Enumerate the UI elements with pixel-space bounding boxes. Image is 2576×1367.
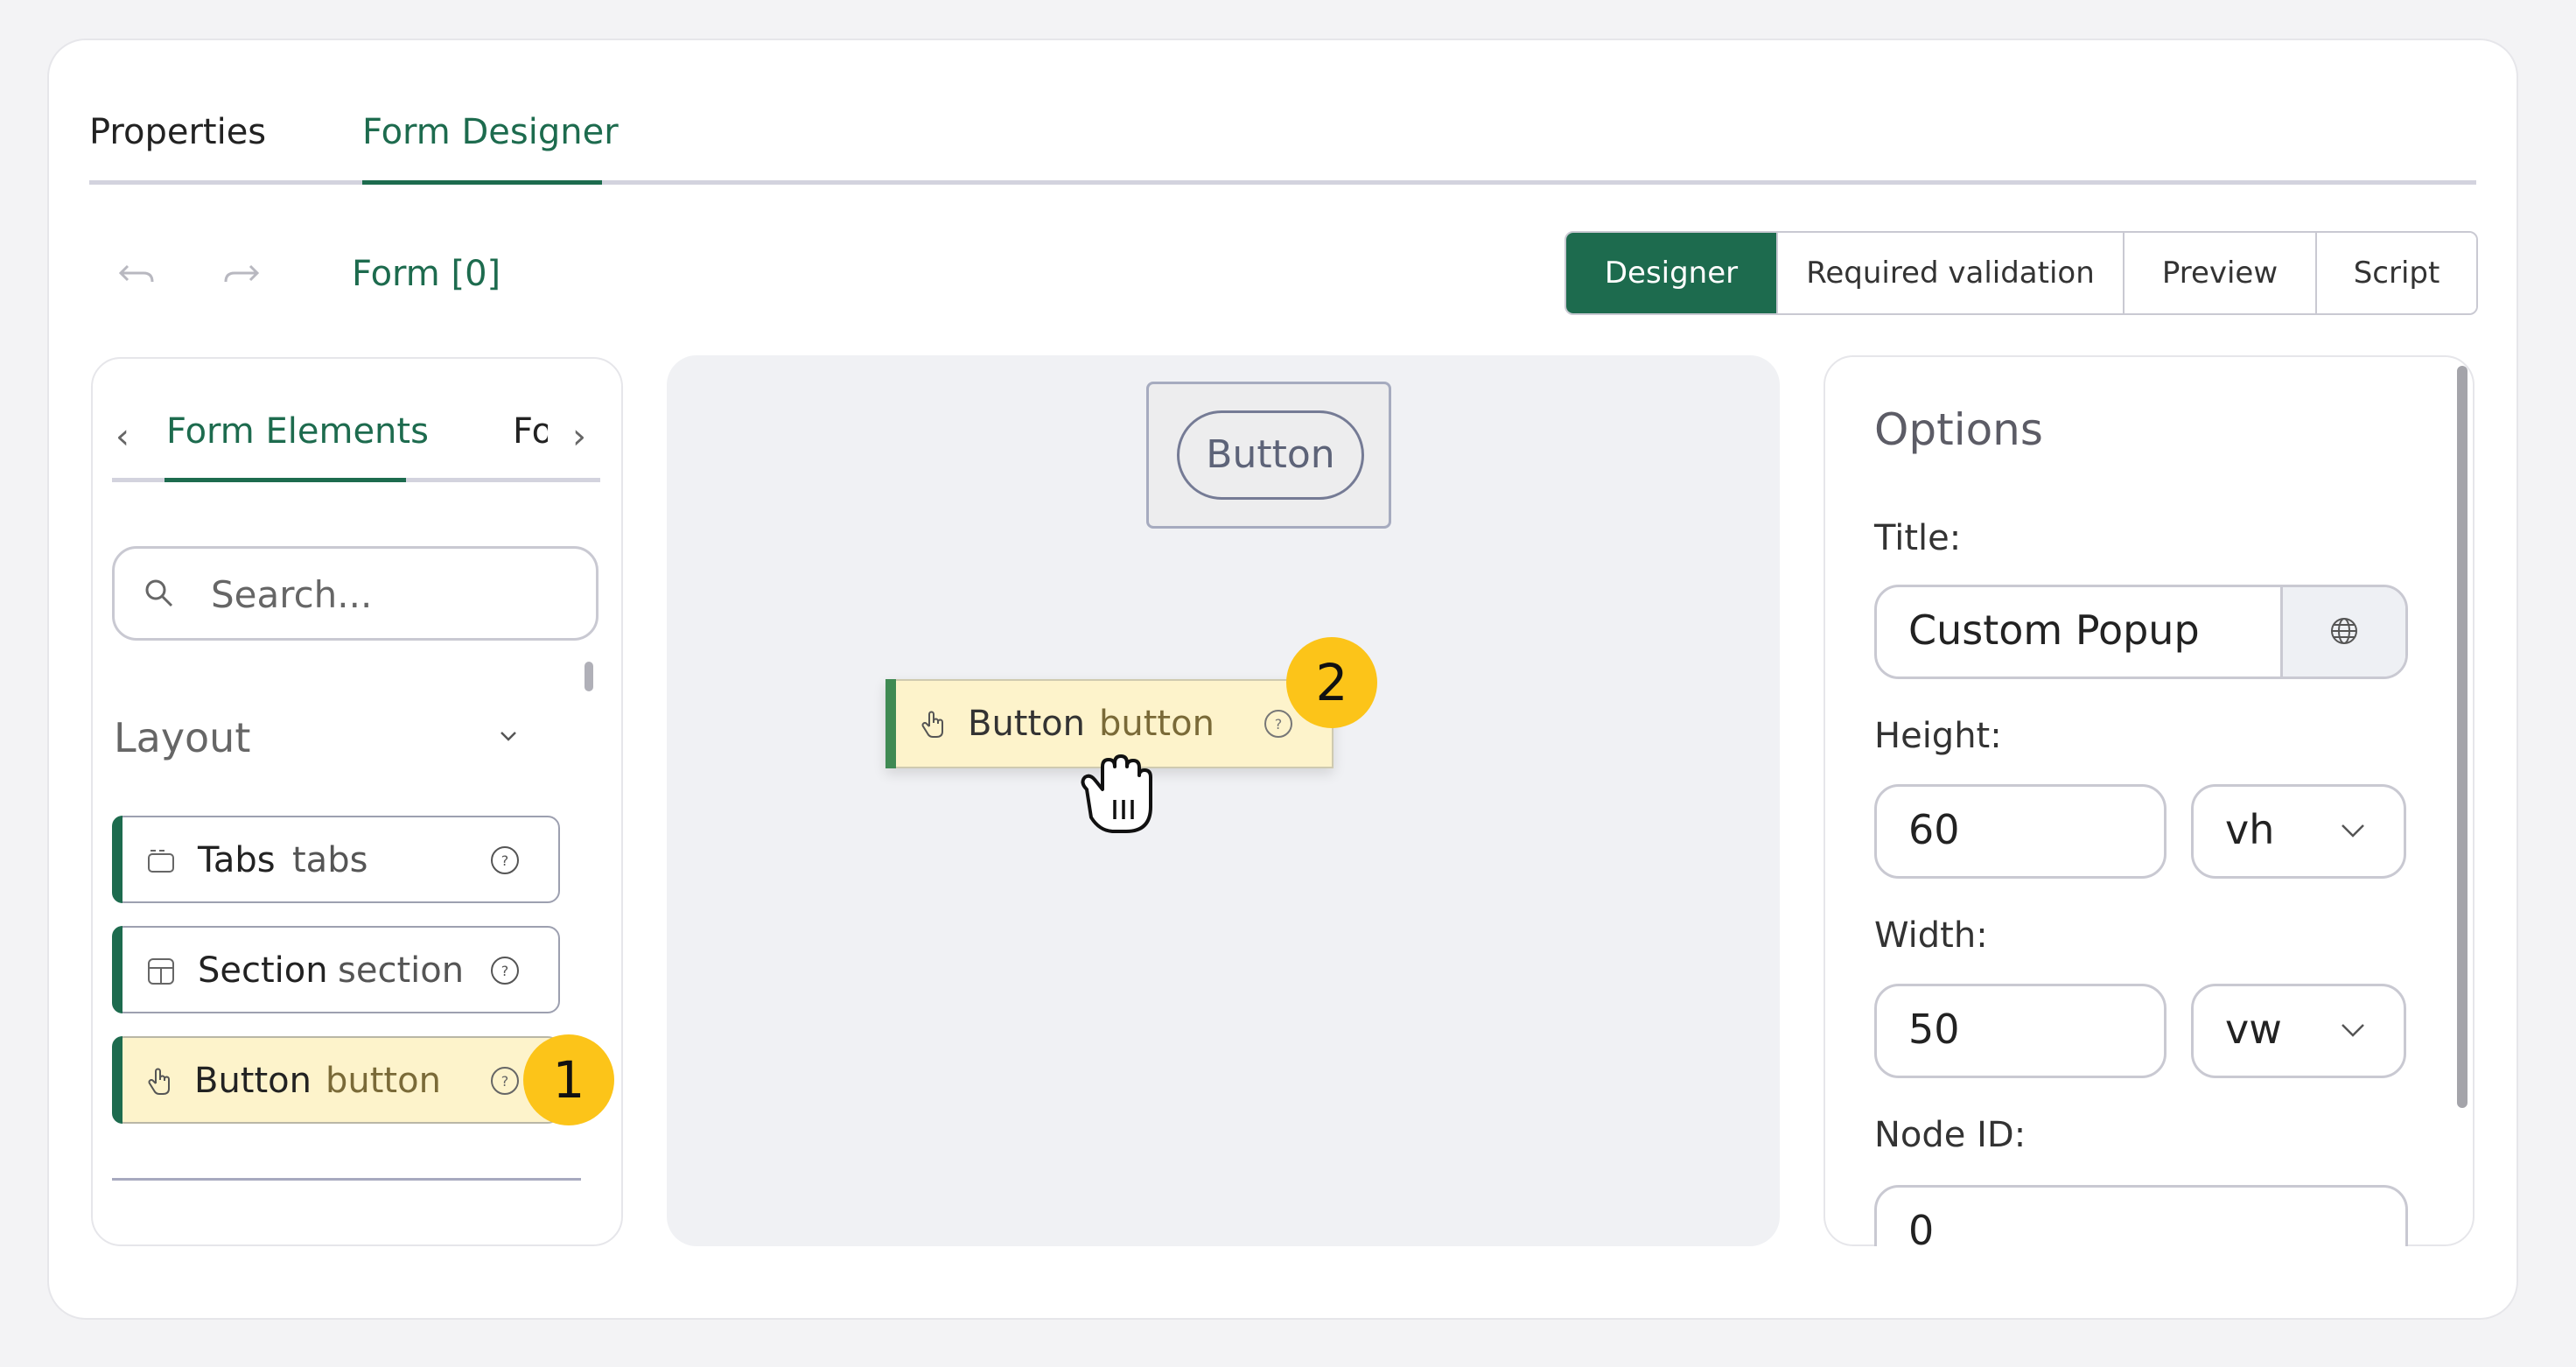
tab-active-indicator bbox=[362, 180, 602, 185]
width-unit-value: vw bbox=[2225, 1006, 2282, 1053]
mode-preview-button[interactable]: Preview bbox=[2123, 233, 2315, 313]
element-item-section[interactable]: Section section ? bbox=[112, 926, 560, 1013]
help-icon[interactable]: ? bbox=[488, 1064, 522, 1097]
title-label: Title: bbox=[1874, 518, 1962, 558]
canvas-button[interactable]: Button bbox=[1177, 410, 1364, 500]
width-unit-select[interactable]: vw bbox=[2191, 984, 2406, 1078]
width-value: 50 bbox=[1908, 1006, 1960, 1053]
width-label: Width: bbox=[1874, 915, 1988, 956]
svg-text:?: ? bbox=[501, 1073, 509, 1090]
help-icon[interactable]: ? bbox=[488, 954, 522, 987]
help-icon: ? bbox=[1264, 710, 1292, 738]
node-id-input[interactable]: 0 bbox=[1874, 1185, 2408, 1246]
canvas-button-container[interactable]: Button bbox=[1146, 382, 1391, 529]
tab-properties[interactable]: Properties bbox=[89, 112, 266, 152]
search-icon bbox=[145, 579, 173, 607]
globe-icon bbox=[2331, 618, 2357, 644]
search-placeholder: Search... bbox=[211, 573, 373, 616]
step-badge-2: 2 bbox=[1286, 637, 1377, 728]
tab-next-partial[interactable]: Fo bbox=[513, 411, 548, 452]
pointer-hand-icon bbox=[921, 711, 943, 738]
tabs-icon bbox=[148, 850, 174, 873]
dragged-element-type: button bbox=[1099, 704, 1214, 744]
chevron-down-icon bbox=[2342, 1024, 2364, 1037]
mode-script-button[interactable]: Script bbox=[2315, 233, 2476, 313]
panel-bottom-divider bbox=[112, 1178, 581, 1181]
form-breadcrumb[interactable]: Form [0] bbox=[352, 254, 500, 294]
element-label: Button bbox=[194, 1061, 312, 1101]
redo-icon[interactable] bbox=[220, 252, 262, 294]
mode-switcher: Designer Required validation Preview Scr… bbox=[1564, 231, 2478, 315]
title-input[interactable]: Custom Popup bbox=[1874, 585, 2408, 679]
element-type: section bbox=[338, 950, 465, 991]
height-input[interactable]: 60 bbox=[1874, 784, 2166, 879]
help-icon[interactable]: ? bbox=[488, 844, 522, 877]
mode-designer-button[interactable]: Designer bbox=[1566, 233, 1776, 313]
grab-cursor-icon bbox=[1081, 754, 1152, 833]
element-type: tabs bbox=[292, 840, 368, 880]
width-input[interactable]: 50 bbox=[1874, 984, 2166, 1078]
options-scrollbar[interactable] bbox=[2457, 366, 2468, 1108]
element-type: button bbox=[326, 1061, 441, 1101]
height-unit-select[interactable]: vh bbox=[2191, 784, 2406, 879]
svg-text:?: ? bbox=[501, 963, 509, 979]
element-label: Section bbox=[198, 950, 328, 991]
svg-text:?: ? bbox=[501, 852, 509, 869]
mode-required-validation-button[interactable]: Required validation bbox=[1776, 233, 2123, 313]
element-item-button[interactable]: Button button ? bbox=[112, 1036, 560, 1124]
pointer-hand-icon bbox=[148, 1068, 170, 1095]
search-input[interactable]: Search... bbox=[112, 546, 598, 641]
height-label: Height: bbox=[1874, 716, 2002, 756]
chevron-down-icon[interactable] bbox=[495, 723, 522, 749]
tab-form-elements[interactable]: Form Elements bbox=[166, 411, 429, 452]
undo-icon[interactable] bbox=[116, 252, 158, 294]
node-id-clip: 0 bbox=[1874, 1185, 2408, 1246]
svg-text:?: ? bbox=[1275, 716, 1283, 733]
dragged-element-label: Button bbox=[968, 704, 1085, 744]
options-title: Options bbox=[1874, 404, 2043, 455]
element-label: Tabs bbox=[198, 840, 276, 880]
panel-tab-active-indicator bbox=[164, 478, 406, 482]
chevron-right-icon[interactable]: › bbox=[572, 417, 586, 457]
node-id-value: 0 bbox=[1908, 1207, 1935, 1246]
elements-scrollbar[interactable] bbox=[584, 662, 593, 691]
tab-form-designer[interactable]: Form Designer bbox=[362, 112, 619, 152]
step-badge-1: 1 bbox=[523, 1034, 614, 1125]
height-value: 60 bbox=[1908, 806, 1960, 853]
translate-button[interactable] bbox=[2280, 587, 2405, 676]
height-unit-value: vh bbox=[2225, 806, 2275, 853]
title-value: Custom Popup bbox=[1908, 606, 2200, 654]
chevron-down-icon bbox=[2342, 824, 2364, 838]
section-icon bbox=[148, 958, 174, 985]
chevron-left-icon[interactable]: ‹ bbox=[116, 417, 130, 457]
layout-section-title: Layout bbox=[114, 714, 251, 761]
element-item-tabs[interactable]: Tabs tabs ? bbox=[112, 816, 560, 903]
node-id-label: Node ID: bbox=[1874, 1115, 2026, 1155]
